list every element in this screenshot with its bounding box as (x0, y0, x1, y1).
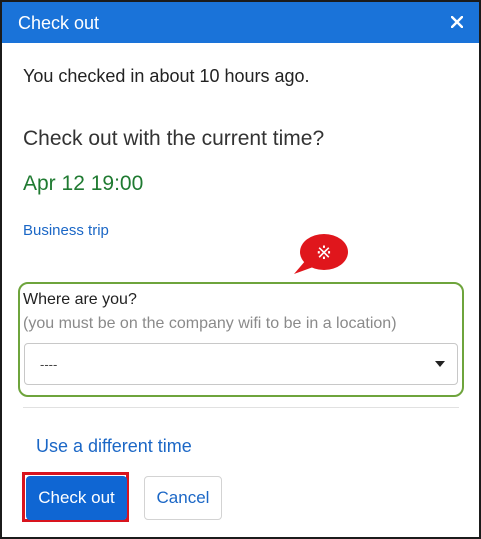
dialog-title: Check out (18, 13, 100, 33)
location-select-value: ---- (40, 357, 58, 372)
business-trip-link[interactable]: Business trip (23, 222, 109, 239)
annotation-callout: ※ (292, 232, 352, 278)
divider (23, 407, 459, 408)
use-different-time-link[interactable]: Use a different time (36, 436, 192, 457)
location-select[interactable]: ---- (24, 343, 458, 385)
current-time: Apr 12 19:00 (23, 172, 144, 195)
close-icon[interactable] (445, 10, 469, 34)
close-icon-glyph (451, 16, 463, 28)
cancel-button[interactable]: Cancel (144, 476, 222, 520)
check-out-dialog: Check out You checked in about 10 hours … (0, 0, 481, 539)
checkout-question: Check out with the current time? (23, 127, 325, 150)
callout-bubble-icon: ※ (294, 234, 348, 274)
location-hint: (you must be on the company wifi to be i… (23, 315, 397, 332)
callout-symbol: ※ (316, 242, 332, 264)
check-out-button[interactable]: Check out (26, 476, 127, 520)
checked-in-message: You checked in about 10 hours ago. (23, 66, 310, 86)
dialog-titlebar: Check out (2, 2, 479, 43)
caret-down-icon (435, 361, 445, 367)
location-label: Where are you? (23, 291, 137, 308)
